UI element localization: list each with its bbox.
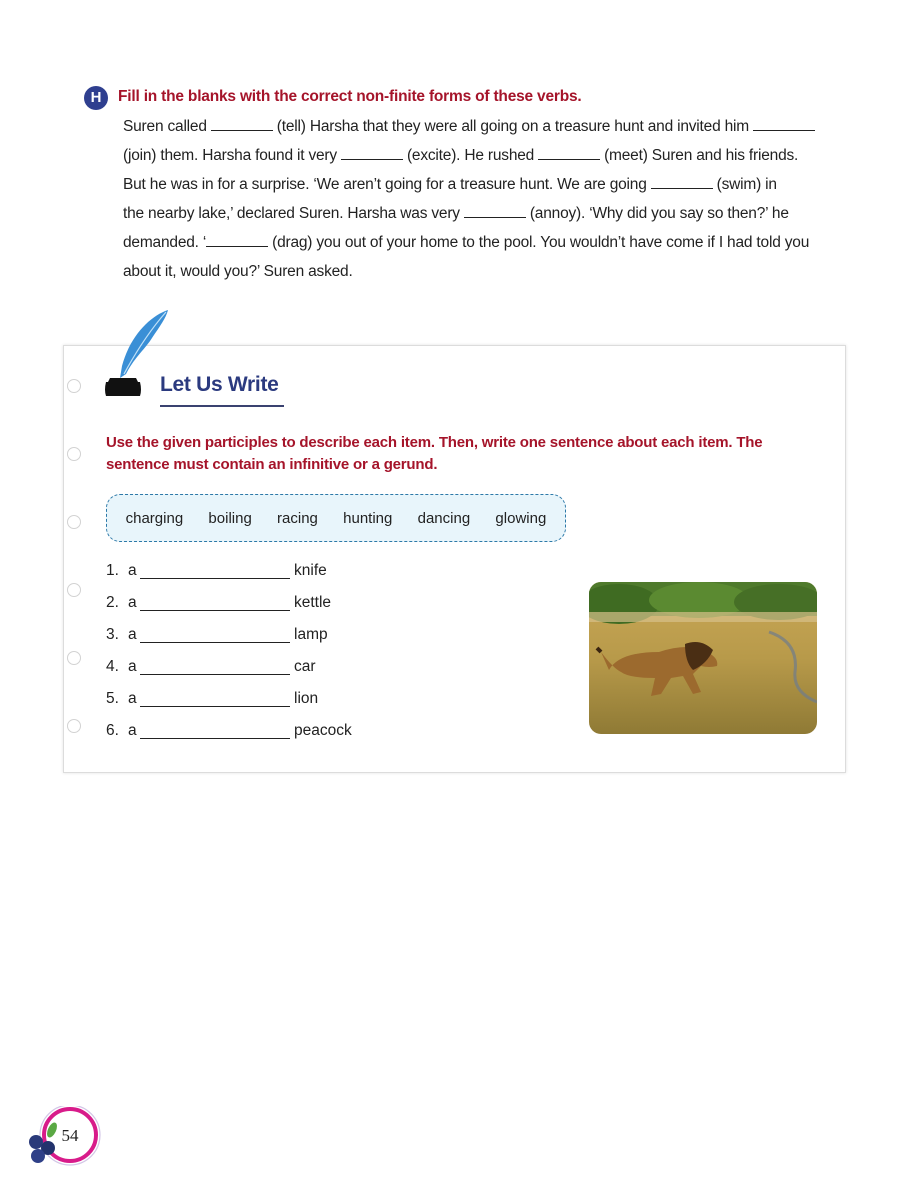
- word-bank-item: boiling: [208, 509, 252, 527]
- list-item: 3. a lamp: [106, 626, 328, 643]
- answer-blank[interactable]: [206, 234, 269, 247]
- page-number-badge: 54: [29, 1106, 101, 1166]
- answer-blank[interactable]: [463, 205, 526, 218]
- binder-hole-icon: [67, 515, 81, 529]
- answer-blank[interactable]: [140, 564, 290, 579]
- list-item: 5. a lion: [106, 690, 319, 707]
- word-bank-item: glowing: [495, 509, 547, 527]
- list-item: 2. a kettle: [106, 594, 332, 611]
- paragraph-line: about it, would you?’ Suren asked.: [123, 263, 353, 280]
- paragraph-line: the nearby lake,’ declared Suren. Harsha…: [123, 205, 789, 222]
- binder-hole-icon: [67, 447, 81, 461]
- word-bank: charging boiling racing hunting dancing …: [106, 494, 566, 542]
- answer-blank[interactable]: [140, 596, 290, 611]
- answer-blank[interactable]: [140, 692, 290, 707]
- exercise-title: Fill in the blanks with the correct non-…: [118, 88, 582, 105]
- answer-blank[interactable]: [140, 628, 290, 643]
- list-item: 1. a knife: [106, 562, 327, 579]
- berry-icon: [29, 1135, 43, 1149]
- answer-blank[interactable]: [538, 147, 601, 160]
- answer-blank[interactable]: [210, 118, 273, 131]
- berry-icon: [31, 1149, 45, 1163]
- paragraph-line: Suren called (tell) Harsha that they were…: [123, 112, 853, 141]
- answer-blank[interactable]: [752, 118, 815, 131]
- word-bank-item: racing: [277, 509, 318, 527]
- word-bank-item: charging: [125, 509, 184, 527]
- item-list: 1. a knife 2. a kettle 3. a lamp 4. a car 5.…: [106, 555, 352, 747]
- word-bank-item: dancing: [417, 509, 471, 527]
- answer-blank[interactable]: [140, 660, 290, 675]
- binder-hole-icon: [67, 583, 81, 597]
- binder-hole-icon: [67, 379, 81, 393]
- answer-blank[interactable]: [650, 176, 713, 189]
- exercise-paragraph: Suren called (tell) Harsha that they were…: [123, 112, 853, 286]
- title-underline: [160, 405, 284, 407]
- section-title: Let Us Write: [160, 373, 279, 396]
- paragraph-line: But he was in for a surprise. ‘We aren’t…: [123, 176, 777, 193]
- list-item: 6. a peacock: [106, 722, 352, 739]
- binder-hole-icon: [67, 719, 81, 733]
- exercise-badge: H: [84, 86, 108, 110]
- paragraph-line: (join) them. Harsha found it very (excite…: [123, 147, 799, 164]
- instruction-text: Use the given participles to describe ea…: [106, 434, 763, 473]
- running-lion-photo: [589, 582, 817, 734]
- binder-hole-icon: [67, 651, 81, 665]
- page-number: 54: [62, 1126, 80, 1145]
- list-item: 4. a car: [106, 658, 316, 675]
- paragraph-line: demanded. ‘(drag) you out of your home t…: [123, 234, 810, 251]
- word-bank-item: hunting: [343, 509, 393, 527]
- answer-blank[interactable]: [340, 147, 403, 160]
- answer-blank[interactable]: [140, 724, 290, 739]
